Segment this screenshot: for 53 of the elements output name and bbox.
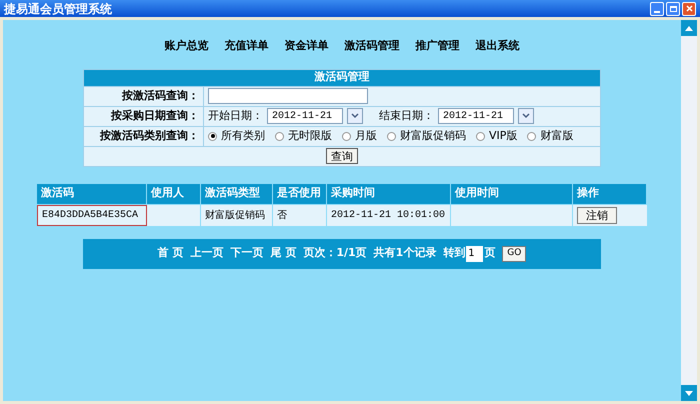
category-radio[interactable]: VIP版 [476,128,518,144]
table-cell: 财富版促销码 [201,204,273,226]
column-header: 采购时间 [331,185,375,202]
column-header: 是否使用 [277,185,321,202]
chevron-down-icon [522,113,530,119]
query-button[interactable]: 查询 [326,148,358,164]
minimize-button[interactable] [650,2,664,16]
close-button[interactable] [682,2,696,16]
category-radio[interactable]: 财富版 [527,128,574,144]
calendar-button[interactable] [347,108,363,124]
nav-link[interactable]: 账户总览 [164,38,208,54]
column-header: 激活码 [41,185,74,202]
scroll-down-button[interactable] [681,385,697,401]
column-header: 使用人 [151,185,184,202]
table-cell: 否 [273,204,327,226]
column-header: 激活码类型 [205,185,260,202]
column-header: 使用时间 [455,185,499,202]
cancel-button[interactable]: 注销 [577,206,617,224]
nav-link[interactable]: 激活码管理 [344,38,400,54]
field-label: 按激活码类别查询： [100,128,199,144]
table-cell: 2012-11-21 10:01:00 [327,204,451,226]
page-info: 页次：1/1页 [303,245,367,262]
calendar-button[interactable] [518,108,534,124]
nav-link[interactable]: 资金详单 [284,38,328,54]
page-suffix: 页 [484,245,496,262]
arrow-down-icon [685,390,693,396]
record-count: 共有1个记录 [374,245,436,262]
end-date-field[interactable]: 2012-11-21 [438,108,514,124]
column-header: 操作 [577,185,599,202]
start-date-field[interactable]: 2012-11-21 [267,108,343,124]
field-label: 按采购日期查询： [111,108,199,124]
arrow-up-icon [685,26,693,30]
category-radio[interactable]: 无时限版 [275,128,332,144]
page-field[interactable]: 1 [466,246,484,262]
window-title: 捷易通会员管理系统 [4,0,112,18]
field-label: 按激活码查询： [122,88,199,104]
start-date-label: 开始日期： [208,108,263,124]
nav-link[interactable]: 充值详单 [224,38,268,54]
chevron-down-icon [351,113,359,119]
nav-link[interactable]: 退出系统 [476,38,520,54]
scroll-up-button[interactable] [681,20,697,36]
category-radio[interactable]: 所有类别 [208,128,265,144]
category-radio[interactable]: 月版 [342,128,377,144]
maximize-button[interactable] [666,2,680,16]
end-date-label: 结束日期： [379,108,434,124]
nav-link[interactable]: 推广管理 [416,38,460,54]
goto-label: 转到 [443,245,466,262]
close-icon [686,5,692,12]
table-cell: E84D3DDA5B4E35CA [37,204,147,226]
code-search-field[interactable] [208,88,368,104]
category-radio[interactable]: 财富版促销码 [387,128,466,144]
go-button[interactable]: GO [502,246,526,262]
panel-title: 激活码管理 [314,69,370,86]
